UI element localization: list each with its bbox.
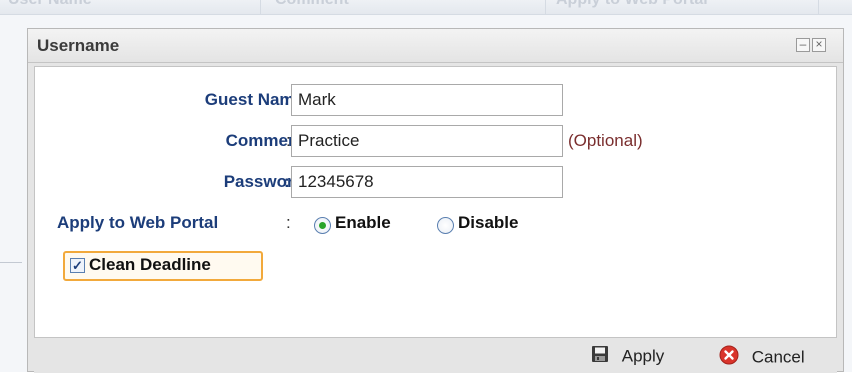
apply-label: Apply (621, 346, 665, 366)
web-portal-colon: : (286, 213, 291, 232)
dialog-title: Username (37, 36, 120, 55)
background-column-header: Apply to Web Portal (556, 0, 708, 9)
save-icon (591, 345, 609, 368)
radio-selected-dot (319, 222, 326, 229)
cancel-button[interactable]: Cancel (719, 345, 805, 367)
minimize-icon[interactable]: – (796, 38, 810, 52)
password-input[interactable] (291, 166, 563, 198)
close-icon[interactable]: × (812, 38, 826, 52)
password-colon: : (284, 172, 290, 191)
column-divider (260, 0, 261, 14)
disable-radio-label[interactable]: Disable (458, 213, 518, 233)
optional-hint: (Optional) (568, 131, 643, 150)
column-divider (818, 0, 819, 14)
cancel-label: Cancel (751, 347, 805, 367)
cancel-icon (719, 345, 739, 370)
guest-name-input[interactable] (291, 84, 563, 116)
dialog-body: Guest Name : Comment : (Optional) Passwo… (34, 66, 837, 338)
dialog-footer: Apply Cancel (34, 339, 837, 373)
clean-deadline-option[interactable]: ✓ Clean Deadline (63, 251, 263, 281)
clean-deadline-checkbox[interactable]: ✓ (70, 258, 85, 273)
comment-input[interactable] (291, 125, 563, 157)
background-table-header: User Name Comment Apply to Web Portal (0, 0, 852, 15)
guest-name-colon: : (284, 90, 290, 109)
username-dialog: Username – × Guest Name : Comment : (Opt… (27, 28, 844, 373)
enable-radio-label[interactable]: Enable (335, 213, 391, 233)
dialog-titlebar[interactable]: Username – × (28, 29, 843, 63)
background-divider (0, 262, 22, 263)
disable-radio[interactable] (437, 217, 454, 234)
web-portal-label: Apply to Web Portal (57, 213, 219, 232)
enable-radio[interactable] (314, 217, 331, 234)
background-column-header: User Name (8, 0, 92, 9)
apply-button[interactable]: Apply (591, 345, 664, 367)
background-column-header: Comment (275, 0, 349, 9)
column-divider (545, 0, 546, 14)
clean-deadline-label[interactable]: Clean Deadline (89, 255, 211, 275)
